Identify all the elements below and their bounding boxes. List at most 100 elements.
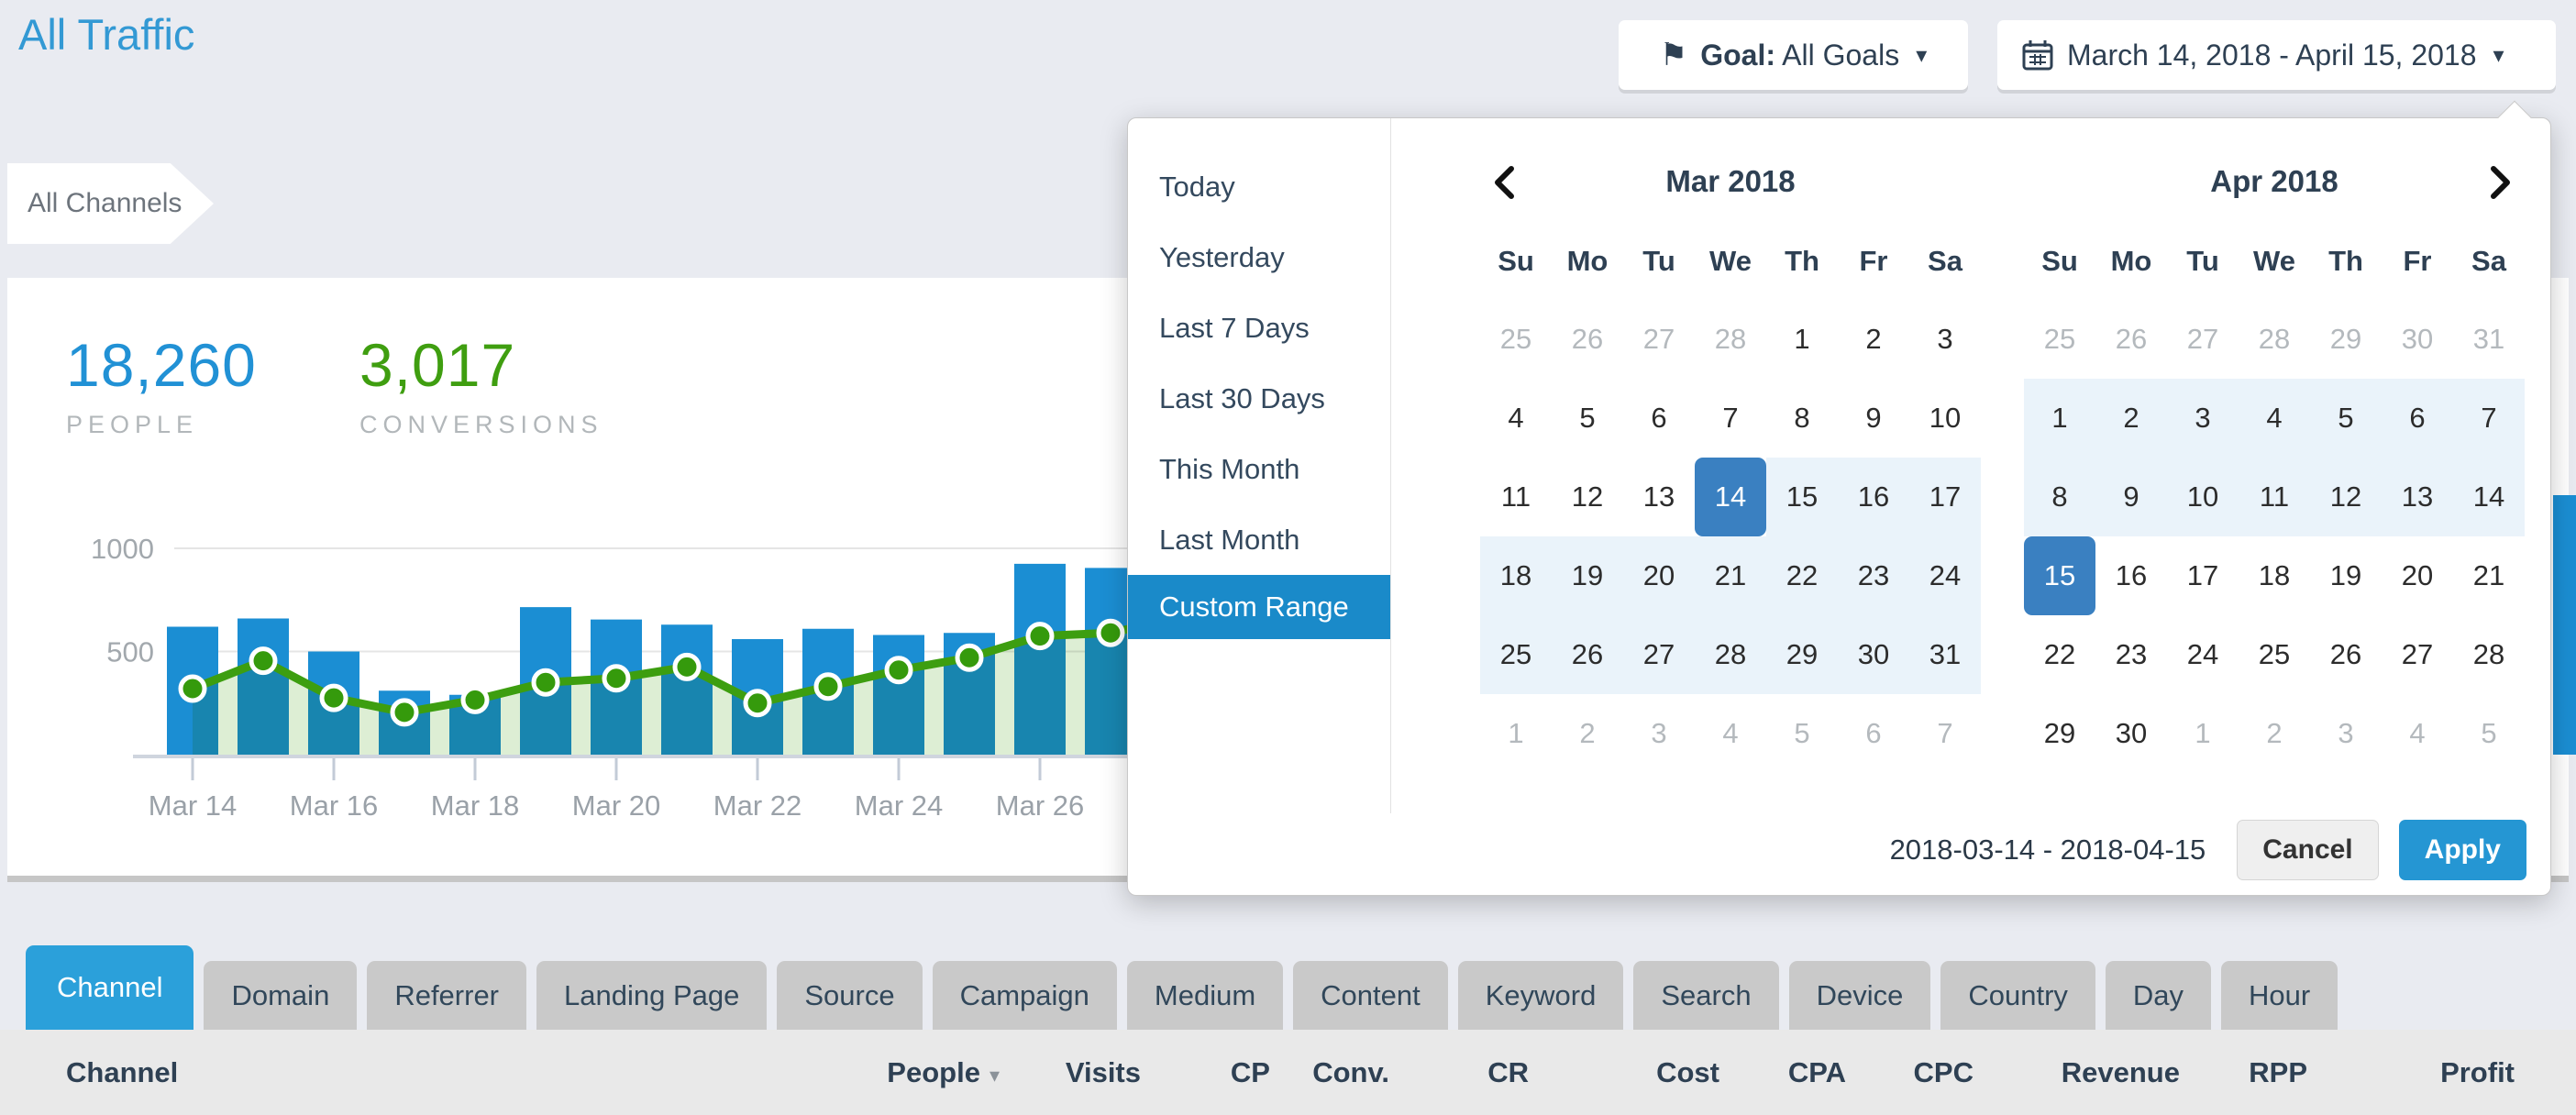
calendar-day[interactable]: 25 [1480,615,1552,694]
tab-keyword[interactable]: Keyword [1458,961,1624,1030]
preset-item-last-month[interactable]: Last Month [1128,504,1390,575]
column-header-channel[interactable]: Channel [66,1030,178,1115]
preset-item-custom-range[interactable]: Custom Range [1128,575,1390,639]
calendar-day[interactable]: 21 [2453,536,2525,615]
calendar-day[interactable]: 8 [2024,458,2095,536]
calendar-day[interactable]: 6 [1623,379,1695,458]
tab-search[interactable]: Search [1633,961,1778,1030]
goal-dropdown-button[interactable]: ⚑ Goal: All Goals ▾ [1619,20,1968,90]
calendar-day[interactable]: 1 [1766,300,1838,379]
calendar-day[interactable]: 5 [2310,379,2382,458]
tab-device[interactable]: Device [1789,961,1931,1030]
calendar-day[interactable]: 19 [2310,536,2382,615]
column-header-cp[interactable]: CP [1231,1030,1270,1115]
calendar-day[interactable]: 25 [2024,300,2095,379]
tab-hour[interactable]: Hour [2221,961,2338,1030]
calendar-day[interactable]: 22 [2024,615,2095,694]
calendar-day[interactable]: 18 [2239,536,2310,615]
calendar-day[interactable]: 1 [2024,379,2095,458]
calendar-day[interactable]: 3 [2167,379,2239,458]
tab-source[interactable]: Source [777,961,922,1030]
calendar-day[interactable]: 1 [1480,694,1552,773]
calendar-day[interactable]: 14 [1695,458,1766,536]
calendar-day[interactable]: 7 [1695,379,1766,458]
calendar-day[interactable]: 3 [1909,300,1981,379]
breadcrumb-all-channels[interactable]: All Channels [7,163,214,244]
calendar-day[interactable]: 6 [1838,694,1909,773]
calendar-day[interactable]: 29 [1766,615,1838,694]
calendar-day[interactable]: 29 [2310,300,2382,379]
calendar-day[interactable]: 27 [1623,615,1695,694]
preset-item-last-30-days[interactable]: Last 30 Days [1128,363,1390,434]
calendar-day[interactable]: 12 [1552,458,1623,536]
calendar-day[interactable]: 16 [1838,458,1909,536]
calendar-day[interactable]: 3 [1623,694,1695,773]
calendar-day[interactable]: 8 [1766,379,1838,458]
tab-day[interactable]: Day [2106,961,2211,1030]
calendar-day[interactable]: 1 [2167,694,2239,773]
column-header-cpa[interactable]: CPA [1788,1030,1846,1115]
calendar-day[interactable]: 26 [1552,300,1623,379]
calendar-day[interactable]: 7 [1909,694,1981,773]
column-header-revenue[interactable]: Revenue [2062,1030,2180,1115]
calendar-day[interactable]: 23 [1838,536,1909,615]
calendar-day[interactable]: 4 [2382,694,2453,773]
calendar-day[interactable]: 15 [2024,536,2095,615]
tab-campaign[interactable]: Campaign [933,961,1117,1030]
next-month-icon[interactable] [2479,162,2519,203]
column-header-rpp[interactable]: RPP [2249,1030,2307,1115]
tab-medium[interactable]: Medium [1127,961,1283,1030]
preset-item-last-7-days[interactable]: Last 7 Days [1128,293,1390,363]
calendar-day[interactable]: 25 [2239,615,2310,694]
preset-item-today[interactable]: Today [1128,151,1390,222]
calendar-day[interactable]: 6 [2382,379,2453,458]
tab-landing-page[interactable]: Landing Page [536,961,767,1030]
calendar-day[interactable]: 28 [2453,615,2525,694]
calendar-day[interactable]: 22 [1766,536,1838,615]
calendar-day[interactable]: 5 [1766,694,1838,773]
calendar-day[interactable]: 2 [1552,694,1623,773]
cancel-button[interactable]: Cancel [2237,820,2378,880]
calendar-day[interactable]: 3 [2310,694,2382,773]
calendar-day[interactable]: 31 [1909,615,1981,694]
column-header-people[interactable]: People▾ [887,1030,1000,1115]
tab-domain[interactable]: Domain [204,961,357,1030]
calendar-day[interactable]: 26 [1552,615,1623,694]
prev-month-icon[interactable] [1486,162,1526,203]
calendar-day[interactable]: 26 [2095,300,2167,379]
preset-item-yesterday[interactable]: Yesterday [1128,222,1390,293]
calendar-day[interactable]: 30 [2382,300,2453,379]
column-header-cpc[interactable]: CPC [1914,1030,1973,1115]
calendar-day[interactable]: 19 [1552,536,1623,615]
calendar-day[interactable]: 25 [1480,300,1552,379]
calendar-day[interactable]: 2 [1838,300,1909,379]
column-header-visits[interactable]: Visits [1066,1030,1141,1115]
calendar-day[interactable]: 9 [1838,379,1909,458]
calendar-day[interactable]: 4 [2239,379,2310,458]
tab-referrer[interactable]: Referrer [367,961,526,1030]
calendar-day[interactable]: 16 [2095,536,2167,615]
calendar-day[interactable]: 9 [2095,458,2167,536]
calendar-day[interactable]: 28 [2239,300,2310,379]
calendar-day[interactable]: 29 [2024,694,2095,773]
calendar-day[interactable]: 20 [2382,536,2453,615]
calendar-day[interactable]: 28 [1695,615,1766,694]
calendar-day[interactable]: 2 [2239,694,2310,773]
calendar-day[interactable]: 13 [1623,458,1695,536]
calendar-day[interactable]: 5 [2453,694,2525,773]
calendar-day[interactable]: 27 [1623,300,1695,379]
calendar-day[interactable]: 10 [1909,379,1981,458]
calendar-day[interactable]: 14 [2453,458,2525,536]
calendar-day[interactable]: 18 [1480,536,1552,615]
column-header-conv[interactable]: Conv. [1312,1030,1389,1115]
calendar-day[interactable]: 21 [1695,536,1766,615]
tab-content[interactable]: Content [1293,961,1448,1030]
calendar-day[interactable]: 24 [2167,615,2239,694]
apply-button[interactable]: Apply [2399,820,2526,880]
tab-channel[interactable]: Channel [26,945,193,1030]
calendar-day[interactable]: 31 [2453,300,2525,379]
tab-country[interactable]: Country [1940,961,2095,1030]
column-header-cr[interactable]: CR [1487,1030,1529,1115]
calendar-day[interactable]: 23 [2095,615,2167,694]
calendar-day[interactable]: 4 [1695,694,1766,773]
